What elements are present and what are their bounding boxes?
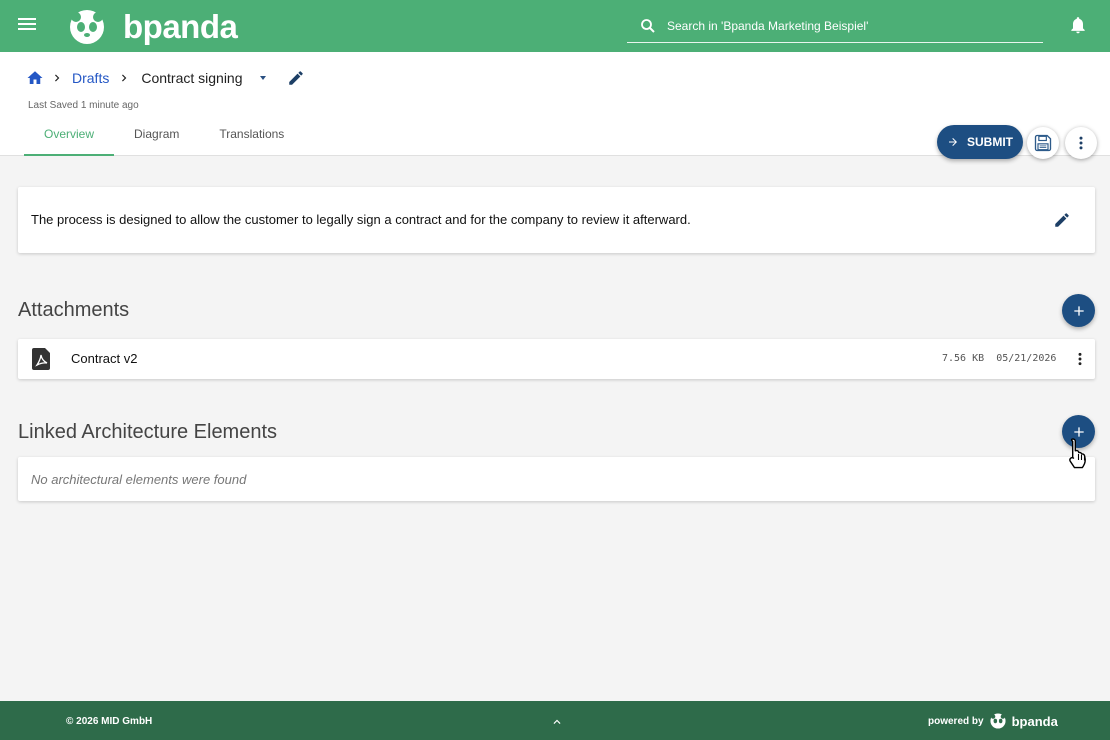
description-card: The process is designed to allow the cus…: [18, 187, 1095, 253]
attachment-date: 05/21/2026: [996, 353, 1057, 364]
search-input[interactable]: [667, 19, 1027, 33]
search-icon: [641, 19, 655, 33]
tab-overview[interactable]: Overview: [24, 122, 115, 156]
pdf-icon: [32, 348, 50, 370]
linked-elements-title: Linked Architecture Elements: [18, 421, 278, 443]
edit-title-pencil-icon[interactable]: [287, 69, 305, 87]
breadcrumb-current: Contract signing: [141, 70, 243, 86]
attachment-size: 7.56 KB: [942, 353, 985, 364]
search-bar[interactable]: [627, 10, 1043, 43]
add-attachment-button[interactable]: [1062, 294, 1095, 327]
footer: © 2026 MID GmbH powered by bpanda: [0, 701, 1110, 740]
plus-icon: [1073, 305, 1084, 316]
attachments-title: Attachments: [18, 299, 130, 321]
app-name: bpanda: [123, 8, 238, 45]
more-vert-icon: [1079, 136, 1083, 150]
floppy-disk-icon: [1034, 134, 1052, 152]
last-saved-text: Last Saved 1 minute ago: [28, 100, 139, 111]
bell-icon[interactable]: [1068, 15, 1088, 35]
home-icon[interactable]: [26, 69, 44, 87]
powered-by-label: powered by: [928, 715, 984, 727]
panda-logo-icon: [990, 713, 1006, 729]
breadcrumb-drafts-link[interactable]: Drafts: [72, 70, 109, 86]
plus-icon: [1073, 426, 1084, 437]
tab-bar: Overview Diagram Translations: [24, 122, 304, 156]
page-header: Drafts Contract signing Last Saved 1 min…: [0, 52, 1110, 159]
powered-by-brand: bpanda: [1011, 713, 1058, 729]
chevron-up-icon[interactable]: [549, 715, 565, 729]
process-description: The process is designed to allow the cus…: [31, 212, 691, 227]
chevron-right-icon: [122, 74, 127, 82]
app-logo[interactable]: bpanda: [69, 8, 238, 46]
top-app-bar: bpanda: [0, 0, 1110, 52]
edit-description-pencil-icon[interactable]: [1053, 211, 1071, 229]
attachment-meta: 7.56 KB 05/21/2026: [942, 353, 1056, 364]
tab-translations[interactable]: Translations: [199, 122, 304, 156]
chevron-right-icon: [55, 74, 60, 82]
more-options-button[interactable]: [1065, 127, 1097, 159]
hamburger-menu-icon[interactable]: [18, 15, 40, 37]
powered-by: powered by bpanda: [928, 713, 1058, 729]
panda-logo-icon: [70, 10, 104, 44]
submit-button[interactable]: SUBMIT: [937, 125, 1023, 159]
copyright-text: © 2026 MID GmbH: [66, 716, 153, 727]
attachment-name[interactable]: Contract v2: [71, 351, 137, 366]
breadcrumb: Drafts Contract signing: [26, 67, 266, 89]
empty-state-text: No architectural elements were found: [31, 472, 247, 487]
attachment-more-vert-icon[interactable]: [1072, 350, 1088, 368]
caret-down-icon[interactable]: [259, 76, 266, 80]
add-linked-element-button[interactable]: [1062, 415, 1095, 448]
tab-diagram[interactable]: Diagram: [114, 122, 199, 156]
arrow-right-icon: [949, 138, 957, 146]
attachment-list-item[interactable]: Contract v2 7.56 KB 05/21/2026: [18, 339, 1095, 379]
submit-label: SUBMIT: [967, 135, 1013, 149]
linked-elements-card: No architectural elements were found: [18, 457, 1095, 501]
save-button[interactable]: [1027, 127, 1059, 159]
